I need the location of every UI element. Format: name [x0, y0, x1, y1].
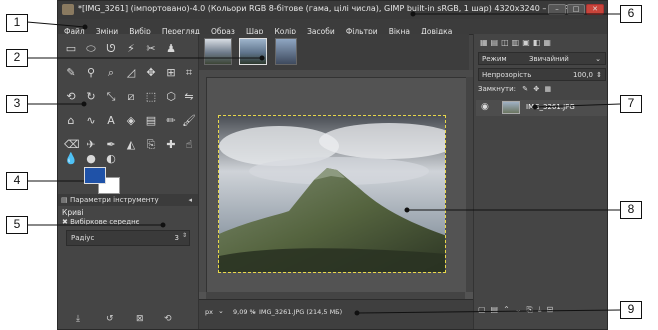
callout-3: 3	[6, 95, 28, 113]
callout-7: 7	[620, 95, 642, 113]
callout-6: 6	[620, 5, 642, 23]
callout-9: 9	[620, 301, 642, 319]
callout-lines	[26, 11, 621, 316]
foreground-color-front[interactable]	[84, 167, 106, 184]
callout-2: 2	[6, 49, 28, 67]
callout-4: 4	[6, 172, 28, 190]
callout-1: 1	[6, 14, 28, 32]
callout-5: 5	[6, 216, 28, 234]
callout-8: 8	[620, 201, 642, 219]
